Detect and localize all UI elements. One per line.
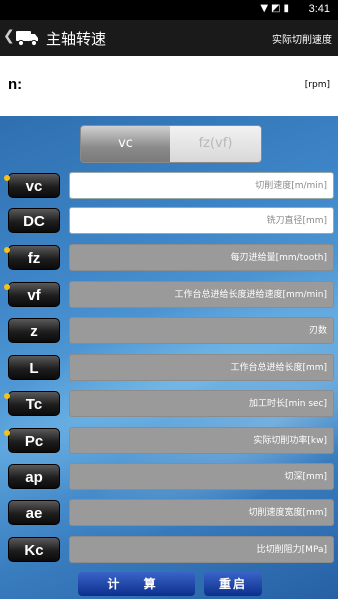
param-input-pc[interactable]: 实际切削功率[kw] [69,427,334,454]
actual-cutting-speed-link[interactable]: 实际切削速度 [272,31,332,46]
param-input-vc[interactable]: 切削速度[m/min] [69,172,334,199]
param-input-l[interactable]: 工作台总进给长度[mm] [69,354,334,381]
status-time: 3:41 [308,3,330,15]
required-dot-icon [4,284,10,290]
param-row-tc: Tc 加工时长[min sec] [0,390,338,418]
reset-button[interactable]: 重启 [204,572,262,596]
param-input-tc[interactable]: 加工时长[min sec] [69,390,334,417]
param-input-ae[interactable]: 切削速度宽度[mm] [69,499,334,526]
param-button-vc[interactable]: vc [8,173,60,198]
param-button-dc[interactable]: DC [8,208,60,233]
param-row-dc: DC 铣刀直径[mm] [0,207,338,235]
result-unit: [rpm] [304,80,330,90]
status-bar: ▼◩▮ 3:41 [0,0,338,20]
param-button-kc[interactable]: Kc [8,537,60,562]
back-icon[interactable]: ❮ [3,28,15,44]
required-dot-icon [4,175,10,181]
required-dot-icon [4,393,10,399]
param-row-pc: Pc 实际切削功率[kw] [0,427,338,455]
input-form: vc fz(vf) vc 切削速度[m/min] DC 铣刀直径[mm] fz 每刃进给量… [0,116,338,599]
param-row-vc: vc 切削速度[m/min] [0,172,338,200]
param-button-fz[interactable]: fz [8,245,60,270]
param-button-vf[interactable]: vf [8,282,60,307]
param-row-fz: fz 每刃进给量[mm/tooth] [0,244,338,272]
app-bar: ❮ 主轴转速 实际切削速度 [0,20,338,56]
param-input-kc[interactable]: 比切削阻力[MPa] [69,536,334,563]
required-dot-icon [4,247,10,253]
param-button-pc[interactable]: Pc [8,428,60,453]
mode-fz-vf-button[interactable]: fz(vf) [170,126,261,162]
mode-toggle: vc fz(vf) [80,125,262,163]
required-dot-icon [4,430,10,436]
param-input-ap[interactable]: 切深[mm] [69,463,334,490]
param-row-kc: Kc 比切削阻力[MPa] [0,536,338,564]
param-button-ae[interactable]: ae [8,500,60,525]
page-title: 主轴转速 [46,30,107,48]
result-label: n: [8,76,23,93]
battery-icon: ▮ [283,3,292,14]
param-input-dc[interactable]: 铣刀直径[mm] [69,207,334,234]
param-input-z[interactable]: 刃数 [69,317,334,344]
param-button-l[interactable]: L [8,355,60,380]
no-sim-icon: ◩ [271,3,284,14]
param-button-ap[interactable]: ap [8,464,60,489]
calculate-button[interactable]: 计 算 [78,572,195,596]
result-panel: n: [rpm] [0,56,338,116]
mode-vc-button[interactable]: vc [81,126,170,162]
param-button-tc[interactable]: Tc [8,391,60,416]
param-row-ap: ap 切深[mm] [0,463,338,491]
param-button-z[interactable]: z [8,318,60,343]
wifi-icon: ▼ [260,3,272,14]
truck-logo-icon [16,31,38,47]
param-input-vf[interactable]: 工作台总进给长度进给速度[mm/min] [69,281,334,308]
param-row-l: L 工作台总进给长度[mm] [0,354,338,382]
param-input-fz[interactable]: 每刃进给量[mm/tooth] [69,244,334,271]
param-row-vf: vf 工作台总进给长度进给速度[mm/min] [0,281,338,309]
param-row-z: z 刃数 [0,317,338,345]
param-row-ae: ae 切削速度宽度[mm] [0,499,338,527]
status-icons: ▼◩▮ [260,3,292,14]
